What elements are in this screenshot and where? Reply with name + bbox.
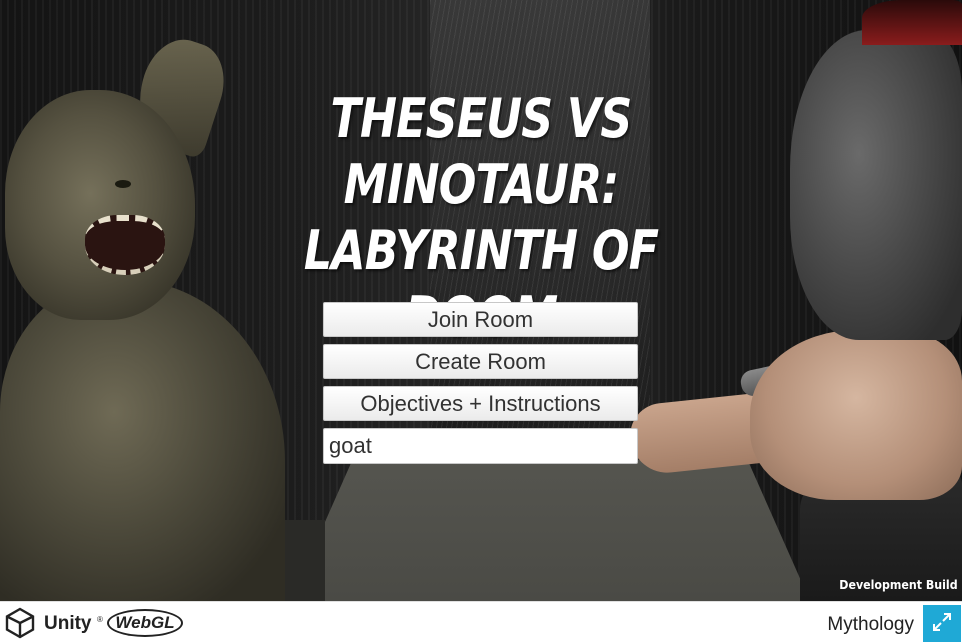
unity-trademark: ®	[97, 615, 103, 624]
fullscreen-button[interactable]	[923, 605, 961, 642]
helmet-crest	[862, 0, 962, 45]
development-build-label: Development Build	[839, 578, 958, 592]
unity-footer: Unity ® WebGL Mythology	[0, 601, 962, 642]
create-room-button[interactable]: Create Room	[323, 344, 638, 379]
minotaur-head	[5, 90, 195, 320]
minotaur-mouth	[85, 215, 165, 275]
game-title-line1: Theseus vs Minotaur:	[330, 87, 633, 216]
webgl-logo: WebGL	[107, 609, 183, 637]
player-name-input[interactable]	[323, 428, 638, 464]
fullscreen-icon	[932, 612, 952, 637]
unity-logo-icon	[4, 607, 36, 639]
game-canvas[interactable]: Theseus vs Minotaur: Labyrinth of Doom J…	[0, 0, 962, 601]
minotaur-eye	[115, 180, 131, 188]
objectives-instructions-button[interactable]: Objectives + Instructions	[323, 386, 638, 421]
unity-label: Unity	[44, 613, 92, 634]
theseus-helmet	[790, 30, 962, 340]
theseus-shoulder	[750, 330, 962, 500]
join-room-button[interactable]: Join Room	[323, 302, 638, 337]
project-name: Mythology	[827, 614, 914, 635]
